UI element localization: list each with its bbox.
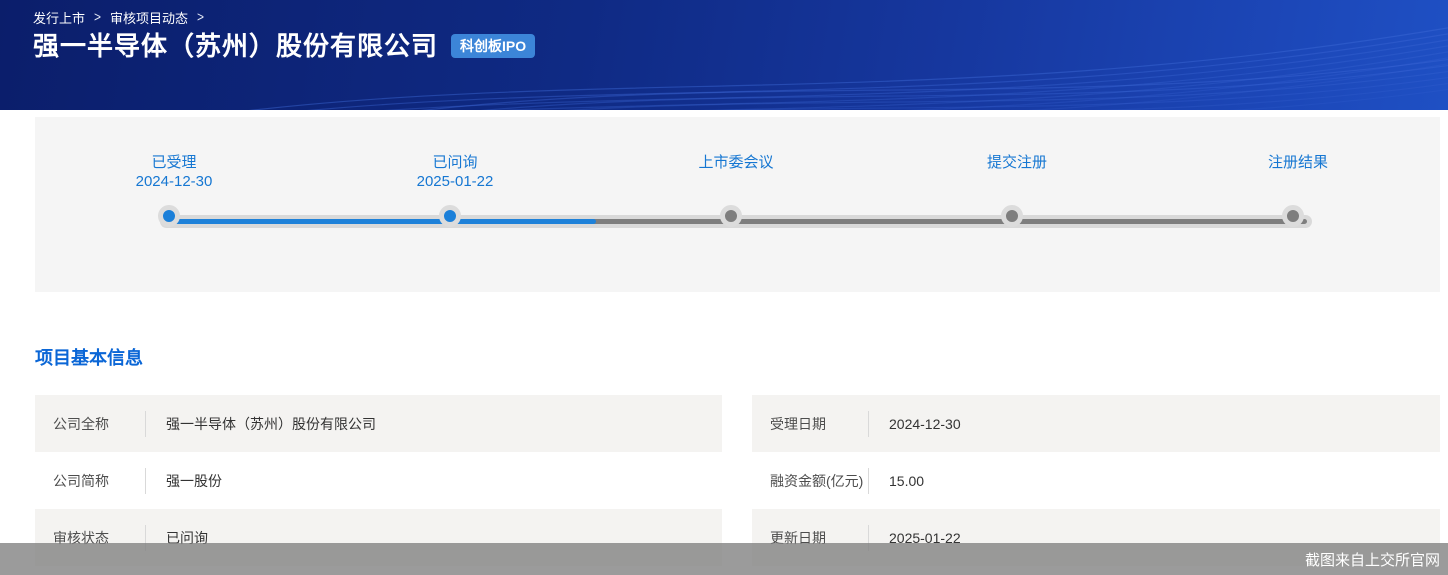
- stage-label: 已问询: [370, 153, 540, 172]
- watermark-text: 截图来自上交所官网: [1305, 549, 1440, 570]
- row-value: 2024-12-30: [889, 416, 961, 432]
- row-label: 融资金额(亿元): [770, 471, 868, 491]
- stage-label: 注册结果: [1213, 153, 1383, 172]
- table-row: 公司全称 强一半导体（苏州）股份有限公司: [35, 395, 722, 452]
- timeline-stage-registration-result: 注册结果: [1213, 153, 1383, 172]
- breadcrumb-item-issuance-listing[interactable]: 发行上市: [33, 8, 85, 27]
- row-label: 公司简称: [53, 471, 145, 491]
- table-row: 公司简称 强一股份: [35, 452, 722, 509]
- hero-header: 发行上市 > 审核项目动态 > 强一半导体（苏州）股份有限公司 科创板IPO: [0, 0, 1448, 110]
- stage-label: 上市委会议: [651, 153, 821, 172]
- screenshot-watermark-band: 截图来自上交所官网: [0, 543, 1448, 575]
- page: 发行上市 > 审核项目动态 > 强一半导体（苏州）股份有限公司 科创板IPO 已…: [0, 0, 1448, 575]
- label-value-divider: [868, 468, 869, 494]
- label-value-divider: [868, 411, 869, 437]
- stage-label: 已受理: [89, 153, 259, 172]
- stage-label: 提交注册: [932, 153, 1102, 172]
- stage-date: 2024-12-30: [89, 172, 259, 191]
- timeline-stage-listing-committee: 上市委会议: [651, 153, 821, 172]
- title-row: 强一半导体（苏州）股份有限公司 科创板IPO: [33, 31, 535, 61]
- breadcrumb: 发行上市 > 审核项目动态 >: [33, 8, 204, 26]
- stage-date: 2025-01-22: [370, 172, 540, 191]
- timeline-stage-submit-registration: 提交注册: [932, 153, 1102, 172]
- timeline-dot-registration-result: [1282, 205, 1304, 227]
- row-value: 强一半导体（苏州）股份有限公司: [166, 414, 376, 434]
- breadcrumb-separator-icon: >: [94, 9, 101, 25]
- timeline-stage-inquired: 已问询 2025-01-22: [370, 153, 540, 191]
- table-row: 受理日期 2024-12-30: [752, 395, 1440, 452]
- table-row: 融资金额(亿元) 15.00: [752, 452, 1440, 509]
- row-value: 强一股份: [166, 471, 222, 491]
- page-title: 强一半导体（苏州）股份有限公司: [33, 31, 438, 61]
- basic-info-table-left: 公司全称 强一半导体（苏州）股份有限公司 公司简称 强一股份 审核状态 已问询: [35, 395, 722, 566]
- basic-info-table-right: 受理日期 2024-12-30 融资金额(亿元) 15.00 更新日期 2025…: [752, 395, 1440, 566]
- timeline-stage-accepted: 已受理 2024-12-30: [89, 153, 259, 191]
- timeline-dot-submit-registration: [1001, 205, 1023, 227]
- timeline-dot-inquired: [439, 205, 461, 227]
- timeline-dot-accepted: [158, 205, 180, 227]
- review-timeline-card: 已受理 2024-12-30 已问询 2025-01-22 上市委会议 提交注册…: [35, 117, 1440, 292]
- section-title-basic-info: 项目基本信息: [35, 344, 143, 370]
- row-value: 15.00: [889, 473, 924, 489]
- breadcrumb-separator-icon: >: [197, 9, 204, 25]
- timeline-line-completed: [165, 219, 596, 224]
- board-type-badge: 科创板IPO: [451, 34, 535, 58]
- label-value-divider: [145, 411, 146, 437]
- row-label: 受理日期: [770, 414, 868, 434]
- breadcrumb-item-review-project-updates[interactable]: 审核项目动态: [110, 8, 188, 27]
- label-value-divider: [145, 468, 146, 494]
- row-label: 公司全称: [53, 414, 145, 434]
- timeline-dot-listing-committee: [720, 205, 742, 227]
